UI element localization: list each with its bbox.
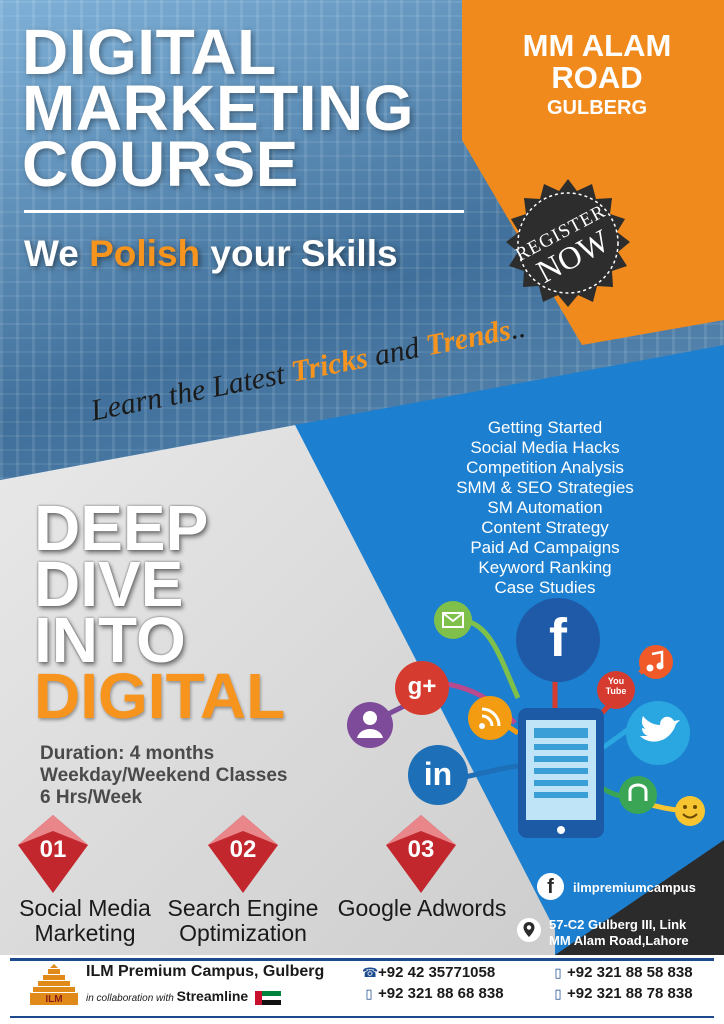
topic-item: Competition Analysis (466, 458, 624, 477)
topic-item: Paid Ad Campaigns (470, 538, 620, 557)
phone-number[interactable]: ☎+92 42 35771058 (362, 964, 495, 981)
topic-item: Content Strategy (481, 518, 609, 537)
course-title: DIGITAL MARKETING COURSE (22, 20, 414, 200)
phone-number[interactable]: ▯ +92 321 88 68 838 (362, 985, 504, 1002)
facebook-handle[interactable]: ilmpremiumcampus (573, 880, 696, 895)
register-now-badge[interactable]: REGISTER NOW (498, 177, 638, 317)
location-line: MM ALAM (522, 28, 672, 63)
linkedin-icon: in (423, 756, 453, 792)
course-number: 02 (229, 836, 257, 863)
uae-flag-icon (254, 991, 281, 1006)
deep-dive-heading: DEEP DIVE INTO DIGITAL (34, 496, 286, 732)
tagline-highlight: Polish (89, 233, 201, 274)
location-line: ROAD (551, 60, 643, 95)
topic-item: Social Media Hacks (470, 438, 620, 457)
tagline: We Polish your Skills (24, 233, 398, 275)
classes-text: Weekday/Weekend Classes (40, 765, 288, 786)
address-block: 57-C2 Gulberg III, Link MM Alam Road,Lah… (549, 917, 689, 949)
footer-divider (10, 958, 714, 961)
footer: ILM ILM Premium Campus, Gulberg in colla… (0, 955, 724, 1024)
course-number-marker: 01 (18, 815, 88, 893)
topic-item: Keyword Ranking (478, 558, 612, 577)
youtube-icon: You Tube (600, 676, 632, 696)
topic-item: SMM & SEO Strategies (456, 478, 634, 497)
title-line: COURSE (22, 128, 299, 200)
course-label-line: Optimization (179, 920, 307, 946)
course-number: 01 (39, 836, 67, 863)
duration-text: Duration: 4 months (40, 743, 215, 764)
phone-text: +92 42 35771058 (378, 964, 496, 981)
phone-number[interactable]: ▯ +92 321 88 58 838 (551, 964, 693, 981)
google-plus-icon: g+ (407, 673, 437, 700)
course-label-line: Social Media (19, 895, 151, 921)
campus-name: ILM Premium Campus, Gulberg (86, 963, 325, 980)
youtube-icon-text: Tube (605, 686, 627, 696)
telephone-icon: ☎ (362, 965, 379, 980)
course-label: Search Engine Optimization (163, 896, 323, 946)
course-label-line: Marketing (34, 920, 136, 946)
phone-text: +92 321 88 68 838 (378, 985, 504, 1002)
course-label-line: Google Adwords (337, 895, 507, 921)
course-label: Google Adwords (330, 896, 514, 921)
pyramid-logo-icon (30, 964, 78, 1005)
topic-list: Getting Started Social Media Hacks Compe… (435, 418, 655, 598)
facebook-icon: f (549, 608, 567, 668)
phone-text: +92 321 88 58 838 (567, 964, 693, 981)
partner-brand: Streamline (176, 988, 249, 1004)
tagline-start: We (24, 233, 90, 274)
logo-text: ILM (45, 994, 63, 1005)
topic-item: SM Automation (487, 498, 603, 517)
poster: DIGITAL MARKETING COURSE We Polish your … (0, 0, 724, 1024)
course-label-line: Search Engine (167, 895, 319, 921)
deep-dive-highlight: DIGITAL (34, 660, 286, 732)
phone-text: +92 321 88 78 838 (567, 985, 693, 1002)
mobile-phone-icon: ▯ (554, 986, 562, 1001)
social-network-graphic (347, 598, 705, 838)
topic-item: Case Studies (494, 578, 596, 597)
facebook-icon: f (537, 873, 564, 900)
phone-number[interactable]: ▯ +92 321 88 78 838 (551, 985, 693, 1002)
collaboration-line: in collaboration with Streamline (86, 988, 281, 1006)
location-block: MM ALAM ROAD GULBERG (492, 30, 702, 122)
title-divider (24, 210, 464, 213)
address-line: 57-C2 Gulberg III, Link (549, 917, 687, 932)
tagline-end: your Skills (200, 233, 398, 274)
ilm-logo: ILM (28, 960, 80, 1014)
youtube-icon-text: You (607, 676, 625, 686)
footer-divider (10, 1016, 714, 1018)
course-label: Social Media Marketing (14, 896, 156, 946)
topic-item: Getting Started (487, 418, 603, 437)
course-details: Duration: 4 months Weekday/Weekend Class… (40, 743, 288, 809)
mobile-phone-icon: ▯ (554, 965, 562, 980)
collaboration-text: in collaboration with (86, 993, 174, 1004)
course-number-marker: 02 (208, 815, 278, 893)
location-pin-icon (517, 918, 541, 942)
address-line: MM Alam Road,Lahore (549, 933, 689, 948)
social-media-cluster: f g+ in You Tube (340, 598, 720, 848)
hours-text: 6 Hrs/Week (40, 787, 143, 808)
location-line: GULBERG (547, 97, 647, 119)
mobile-phone-icon: ▯ (365, 986, 373, 1001)
